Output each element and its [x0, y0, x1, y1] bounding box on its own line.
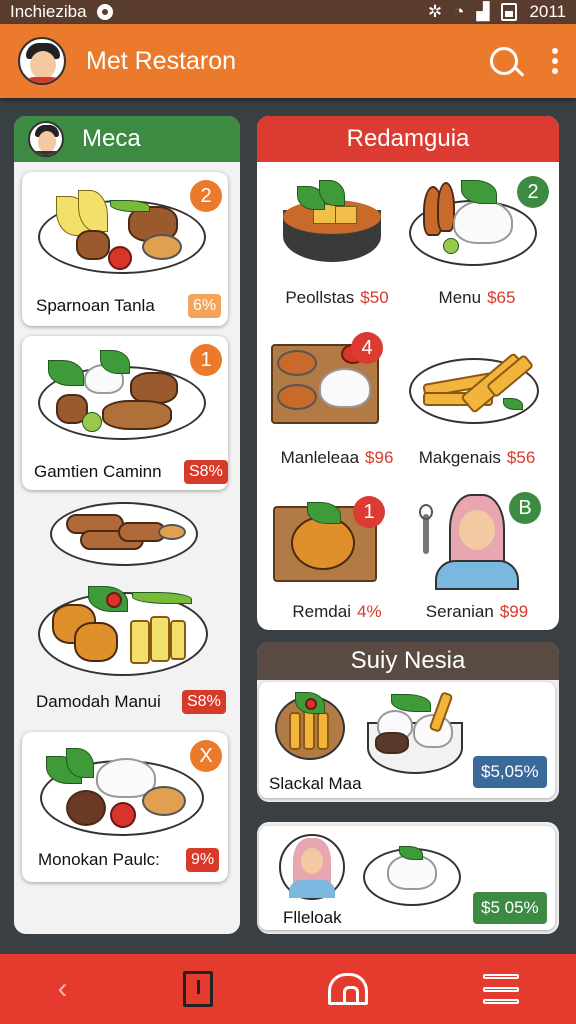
count-badge: 2: [190, 180, 222, 212]
battery-icon: [501, 3, 518, 21]
right-mid-panel-header: Suiy Nesia: [257, 642, 559, 680]
tile-label: Peollstas $50: [267, 288, 407, 308]
settings-icon: ✲: [427, 2, 443, 21]
right-top-panel-title: Redamguia: [346, 125, 470, 152]
price-badge: 9%: [186, 848, 220, 872]
count-badge: 4: [351, 332, 383, 364]
right-mid-panel-title: Suiy Nesia: [350, 647, 466, 674]
item-price: $65: [487, 288, 516, 307]
tile-label: Remdai 4%: [267, 602, 407, 622]
item-name: Slackal Maa: [269, 774, 362, 793]
item-price: $56: [506, 448, 536, 467]
wifi-icon: ◔: [454, 2, 465, 21]
item-price: $99: [499, 602, 529, 621]
left-panel-title: Meca: [82, 125, 141, 152]
more-vert-icon[interactable]: [552, 48, 558, 74]
food-image: [38, 346, 208, 456]
right-top-panel-header: Redamguia: [257, 116, 559, 162]
carrier-text: Inchieziba: [10, 2, 87, 21]
item-name: Remdai: [292, 602, 351, 621]
item-name: Gamtien Caminn: [34, 462, 162, 481]
menu-tile[interactable]: B Seranian $99: [407, 480, 547, 630]
menu-tile[interactable]: 4 Manleleaa $96: [267, 326, 407, 476]
item-price: 4%: [357, 602, 382, 621]
food-image: [38, 580, 214, 690]
menu-tile[interactable]: 1 Remdai 4%: [267, 480, 407, 630]
right-mid-panel: Suiy Nesia Slackal Maa $5,05%: [257, 642, 559, 802]
menu-tile[interactable]: Peollstas $50: [267, 166, 407, 316]
food-image: [50, 502, 200, 572]
food-image: [409, 338, 543, 438]
price-badge: S8%: [182, 690, 226, 714]
tile-label: Seranian $99: [407, 602, 547, 622]
menu-card[interactable]: X Monokan Paulc: 9%: [22, 732, 228, 882]
notification-icon: [96, 4, 113, 20]
share-icon[interactable]: [182, 971, 213, 1007]
item-name: Monokan Paulc:: [38, 850, 160, 869]
search-icon[interactable]: [490, 47, 518, 75]
item-price: $50: [360, 288, 389, 307]
tile-label: Manleleaa $96: [267, 448, 407, 468]
food-image: [275, 690, 351, 766]
food-image: [363, 688, 467, 784]
item-name: Menu: [438, 288, 482, 307]
item-name: Manleleaa: [280, 448, 360, 467]
item-name: Flleloak: [283, 908, 342, 927]
menu-tile[interactable]: Makgenais $56: [407, 326, 547, 476]
avatar[interactable]: [18, 37, 66, 85]
status-bar: Inchieziba ✲ ◔ ▟ 2011: [0, 0, 576, 24]
clock-text: 2011: [529, 2, 566, 21]
price-badge: $5,05%: [473, 756, 547, 788]
menu-card[interactable]: 2 Sparnoan Tanla 6%: [22, 172, 228, 326]
home-icon[interactable]: [327, 973, 368, 1005]
count-badge: 1: [353, 496, 385, 528]
left-panel-header: Meca: [14, 116, 240, 162]
food-image: [40, 742, 210, 842]
item-name: Makgenais: [418, 448, 501, 467]
signal-icon: ▟: [476, 2, 490, 21]
price-badge: $5 05%: [473, 892, 547, 924]
food-image: [363, 840, 467, 910]
right-top-panel: Redamguia Peollstas $50 2 Menu $65 4 Man…: [257, 116, 559, 630]
food-image: [277, 180, 387, 280]
menu-card[interactable]: Flleloak $5 05%: [259, 826, 555, 930]
app-bar: Met Restaron: [0, 24, 576, 98]
page-title: Met Restaron: [86, 46, 237, 75]
remove-badge[interactable]: X: [190, 740, 222, 772]
tile-label: Menu $65: [407, 288, 547, 308]
tile-label: Makgenais $56: [407, 448, 547, 468]
item-name: Sparnoan Tanla: [36, 296, 155, 315]
price-badge: 6%: [188, 294, 222, 318]
menu-tile[interactable]: 2 Menu $65: [407, 166, 549, 316]
back-icon[interactable]: ‹: [58, 972, 68, 1006]
menu-icon[interactable]: [482, 974, 519, 1004]
count-badge: 2: [517, 176, 549, 208]
item-name: Damodah Manui: [36, 692, 161, 711]
count-badge: 1: [190, 344, 222, 376]
item-name: Peollstas: [285, 288, 355, 307]
price-badge: S8%: [184, 460, 228, 484]
food-image: [38, 186, 208, 296]
right-bot-panel: Flleloak $5 05%: [257, 822, 559, 934]
bottom-nav: ‹: [0, 954, 576, 1024]
item-name: Seranian: [425, 602, 494, 621]
menu-card[interactable]: 1 Gamtien Caminn S8%: [22, 336, 228, 490]
avatar-small: [28, 121, 64, 157]
count-badge: B: [509, 492, 541, 524]
menu-card[interactable]: Slackal Maa $5,05%: [259, 682, 555, 798]
chef-illustration: [277, 832, 349, 906]
menu-card[interactable]: Damodah Manui S8%: [22, 500, 228, 722]
left-panel: Meca 2 Sparnoan Tanla 6% 1 Gamtien Camin…: [14, 116, 240, 934]
item-price: $96: [365, 448, 394, 467]
